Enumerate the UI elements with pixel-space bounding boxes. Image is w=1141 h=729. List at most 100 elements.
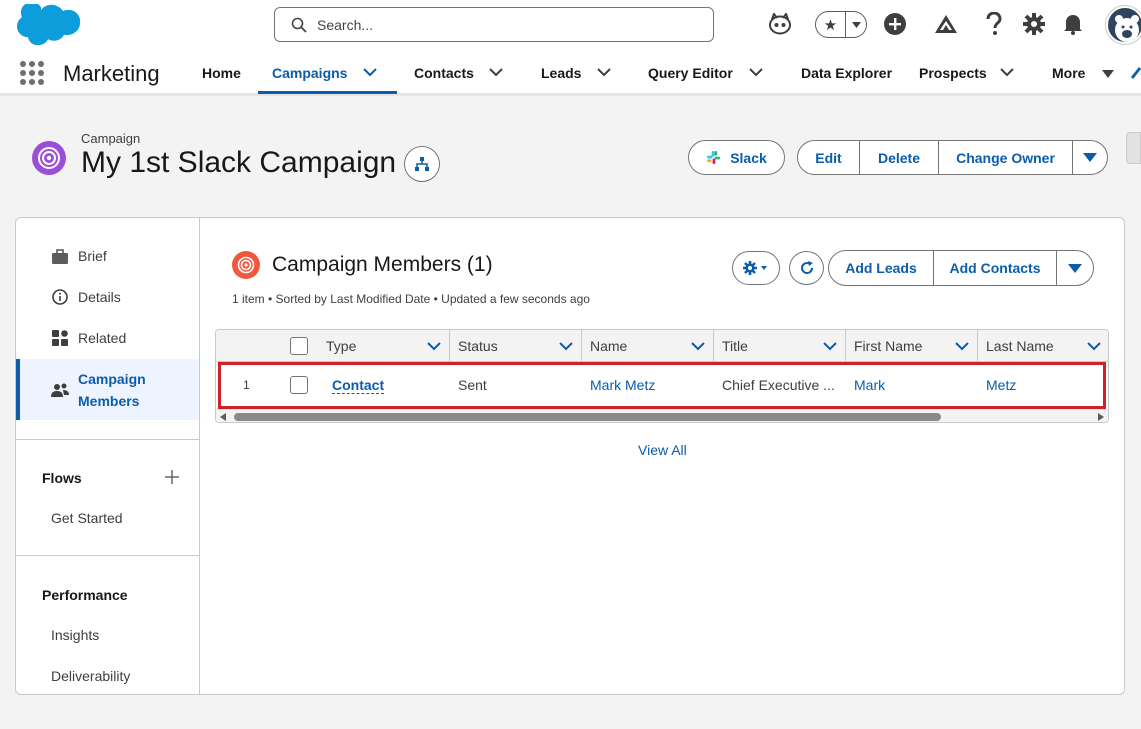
- refresh-icon: [800, 261, 813, 274]
- related-list-more-dropdown[interactable]: [1057, 251, 1093, 285]
- view-all-link[interactable]: View All: [638, 442, 687, 458]
- related-list-actions-group: Add Leads Add Contacts: [828, 250, 1094, 286]
- column-header-title[interactable]: Title: [722, 330, 748, 362]
- nav-tab-leads[interactable]: Leads: [541, 50, 581, 96]
- campaign-record-icon: [32, 141, 66, 175]
- column-header-first-name[interactable]: First Name: [854, 330, 922, 362]
- performance-deliverability-link[interactable]: Deliverability: [51, 668, 130, 684]
- notifications-bell-icon[interactable]: [1060, 11, 1086, 37]
- star-icon[interactable]: ★: [816, 12, 846, 37]
- nav-tab-query-editor[interactable]: Query Editor: [648, 50, 733, 96]
- people-icon: [51, 381, 69, 399]
- select-all-checkbox[interactable]: [290, 337, 308, 355]
- scrollbar-thumb[interactable]: [234, 413, 941, 421]
- add-flow-plus-icon[interactable]: [165, 470, 179, 484]
- briefcase-icon: [51, 247, 69, 265]
- info-icon: [51, 288, 69, 306]
- app-launcher-icon[interactable]: [20, 61, 44, 85]
- slack-icon: [707, 150, 721, 165]
- column-divider: [845, 330, 846, 362]
- gear-dropdown-icon: [743, 261, 767, 275]
- add-leads-button[interactable]: Add Leads: [829, 251, 934, 285]
- utility-panel-handle[interactable]: [1126, 132, 1141, 164]
- chevron-down-icon[interactable]: [559, 342, 573, 351]
- status-cell: Sent: [458, 377, 487, 393]
- user-avatar[interactable]: [1106, 6, 1141, 44]
- scroll-left-arrow-icon[interactable]: [220, 413, 226, 421]
- einstein-assistant-icon[interactable]: [767, 11, 793, 37]
- nav-tab-prospects[interactable]: Prospects: [919, 50, 987, 96]
- left-nav-label: Related: [78, 330, 127, 346]
- campaign-members-table: Type Status Name Title First Name Last N…: [215, 329, 1109, 423]
- chevron-down-icon[interactable]: [1000, 67, 1014, 77]
- divider: [16, 555, 199, 556]
- last-name-link[interactable]: Metz: [986, 362, 1016, 408]
- setup-gear-icon[interactable]: [1021, 11, 1047, 37]
- chevron-down-icon[interactable]: [823, 342, 837, 351]
- left-nav-brief[interactable]: Brief: [16, 244, 199, 268]
- caret-down-icon: [1068, 263, 1082, 273]
- nav-tab-campaigns[interactable]: Campaigns: [272, 50, 347, 96]
- column-header-type[interactable]: Type: [326, 330, 356, 362]
- table-header-row: Type Status Name Title First Name Last N…: [216, 330, 1108, 362]
- global-create-icon[interactable]: [882, 11, 908, 37]
- nav-tab-data-explorer[interactable]: Data Explorer: [801, 50, 892, 96]
- chevron-down-icon[interactable]: [691, 342, 705, 351]
- nav-tab-contacts[interactable]: Contacts: [414, 50, 474, 96]
- chevron-down-icon[interactable]: [489, 67, 503, 77]
- edit-nav-pencil-icon[interactable]: [1131, 66, 1141, 80]
- performance-insights-link[interactable]: Insights: [51, 627, 99, 643]
- chevron-down-icon[interactable]: [597, 67, 611, 77]
- chevron-down-icon[interactable]: [749, 67, 763, 77]
- refresh-button[interactable]: [789, 251, 824, 285]
- select-all-checkbox-cell[interactable]: [290, 330, 308, 362]
- title-cell: Chief Executive ...: [722, 377, 835, 393]
- caret-down-icon[interactable]: [1101, 69, 1115, 79]
- divider: [16, 439, 199, 440]
- name-link[interactable]: Mark Metz: [590, 362, 655, 408]
- edit-button[interactable]: Edit: [798, 141, 860, 174]
- chevron-down-icon[interactable]: [1087, 342, 1101, 351]
- trailhead-icon[interactable]: [933, 11, 959, 37]
- row-select-checkbox[interactable]: [290, 376, 308, 394]
- horizontal-scrollbar[interactable]: [216, 409, 1108, 422]
- search-icon: [291, 17, 307, 33]
- type-link[interactable]: Contact: [332, 377, 385, 394]
- flows-section-header: Flows: [42, 470, 82, 486]
- search-placeholder: Search...: [317, 16, 374, 33]
- column-divider: [449, 330, 450, 362]
- left-nav-label: Brief: [78, 248, 107, 264]
- left-nav-related[interactable]: Related: [16, 326, 199, 350]
- favorites-dropdown-icon[interactable]: [846, 21, 866, 28]
- left-nav-label: Details: [78, 289, 121, 305]
- chevron-down-icon[interactable]: [955, 342, 969, 351]
- column-header-name[interactable]: Name: [590, 330, 627, 362]
- global-search-input[interactable]: Search...: [274, 7, 714, 42]
- list-settings-button[interactable]: [732, 251, 780, 285]
- record-title: My 1st Slack Campaign: [81, 146, 397, 179]
- view-hierarchy-button[interactable]: [404, 146, 440, 182]
- app-nav-bar: Marketing Home Campaigns Contacts Leads …: [0, 50, 1141, 96]
- performance-section-header: Performance: [42, 587, 128, 603]
- more-actions-dropdown[interactable]: [1073, 141, 1107, 174]
- left-nav-details[interactable]: Details: [16, 285, 199, 309]
- chevron-down-icon[interactable]: [363, 67, 377, 77]
- chevron-down-icon[interactable]: [427, 342, 441, 351]
- change-owner-button[interactable]: Change Owner: [939, 141, 1073, 174]
- nav-tab-home[interactable]: Home: [202, 50, 241, 96]
- related-list-meta: 1 item • Sorted by Last Modified Date • …: [232, 292, 590, 306]
- left-nav-campaign-members[interactable]: Campaign Members: [16, 359, 199, 420]
- scroll-right-arrow-icon[interactable]: [1098, 413, 1104, 421]
- flows-get-started-link[interactable]: Get Started: [51, 510, 123, 526]
- column-header-status[interactable]: Status: [458, 330, 498, 362]
- add-contacts-button[interactable]: Add Contacts: [934, 251, 1057, 285]
- nav-more[interactable]: More: [1052, 50, 1085, 96]
- help-icon[interactable]: [981, 11, 1007, 37]
- column-header-last-name[interactable]: Last Name: [986, 330, 1054, 362]
- slack-button[interactable]: Slack: [688, 140, 785, 175]
- salesforce-cloud-logo[interactable]: [14, 4, 80, 48]
- delete-button[interactable]: Delete: [860, 141, 939, 174]
- favorites-button-group[interactable]: ★: [815, 11, 867, 38]
- first-name-link[interactable]: Mark: [854, 362, 885, 408]
- row-select-cell[interactable]: [290, 362, 308, 408]
